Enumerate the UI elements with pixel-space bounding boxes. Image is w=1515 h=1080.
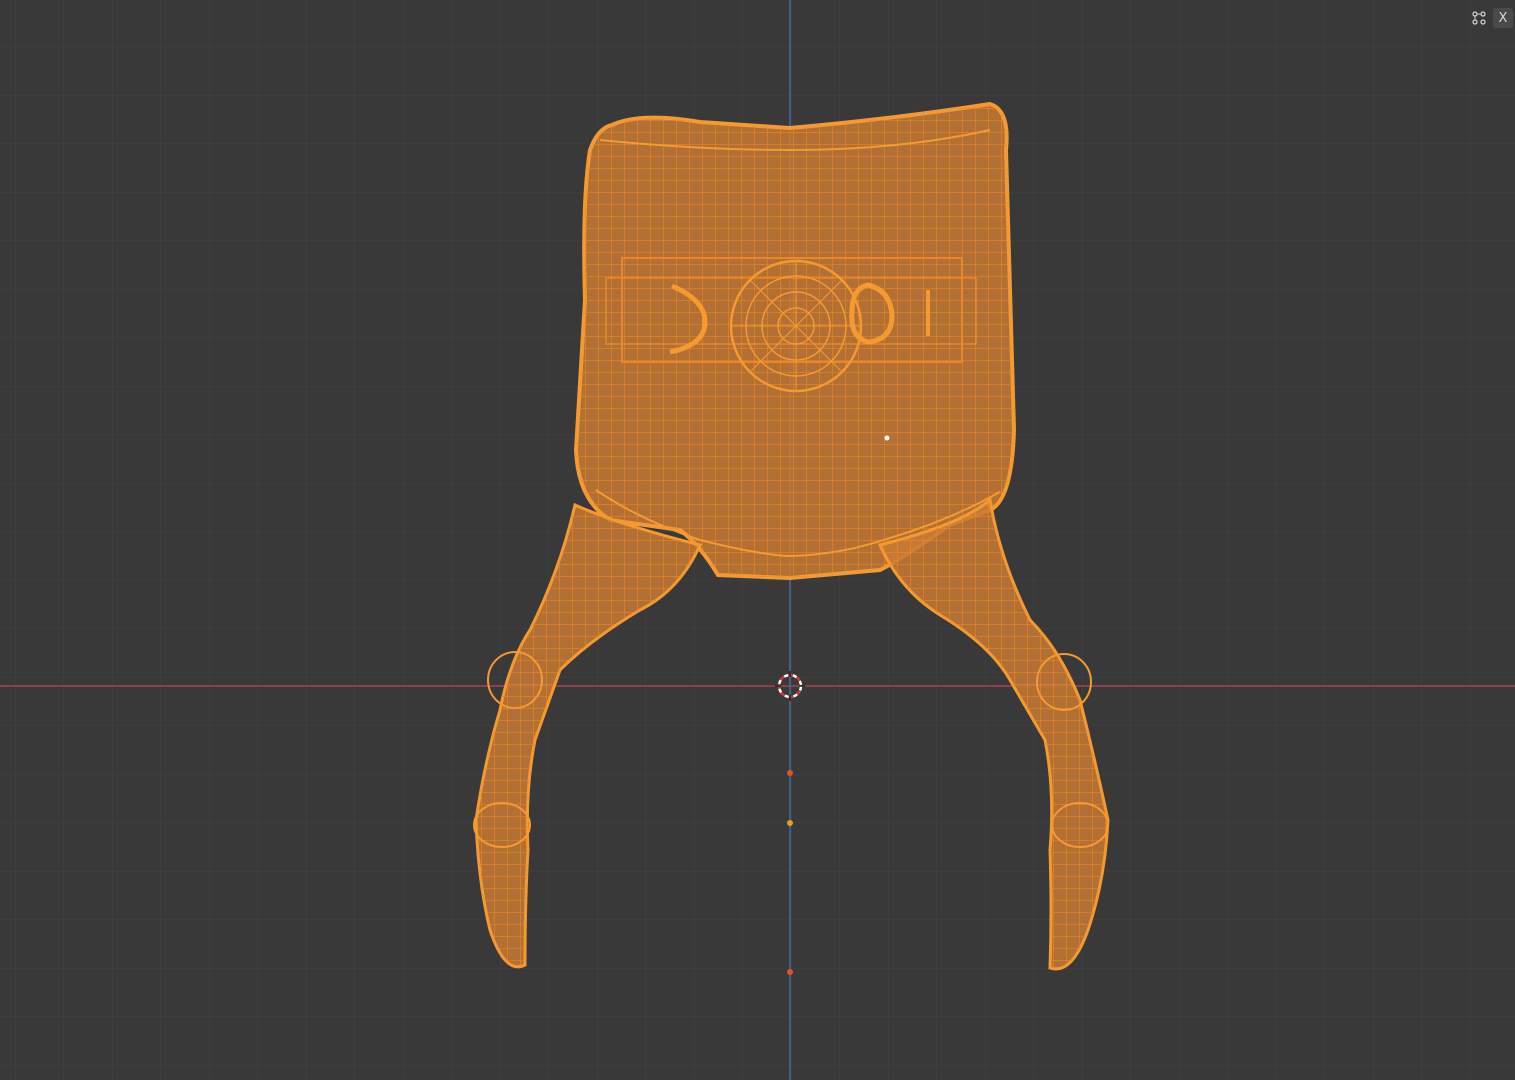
view-options-icon[interactable]	[1469, 8, 1489, 28]
viewport-canvas[interactable]	[0, 0, 1515, 1080]
chair-seat[interactable]	[570, 100, 1020, 585]
close-button[interactable]: X	[1493, 8, 1513, 28]
origin-marker	[787, 969, 793, 975]
active-vertex	[884, 435, 890, 441]
seat-medallion	[729, 259, 863, 393]
origin-marker	[787, 820, 793, 826]
3d-viewport[interactable]: X	[0, 0, 1515, 1080]
viewport-corner-tools: X	[1469, 8, 1513, 28]
origin-marker	[787, 770, 793, 776]
